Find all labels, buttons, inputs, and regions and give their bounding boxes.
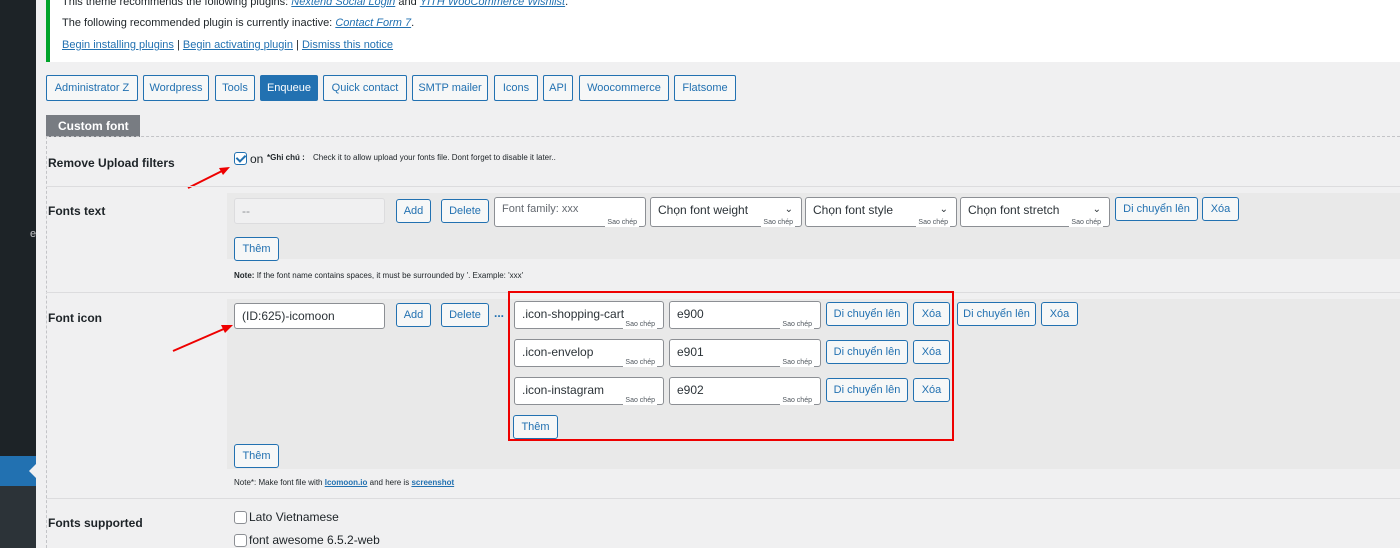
- font-option-label: font awesome 6.5.2-web: [249, 533, 380, 547]
- plugin-notice: This theme recommends the following plug…: [46, 0, 1400, 62]
- font-family-input[interactable]: Font family: xxx Sao chép: [494, 197, 646, 227]
- tab-smtp-mailer[interactable]: SMTP mailer: [412, 75, 488, 101]
- notice-link-yith[interactable]: YITH WooCommerce Wishlist: [420, 0, 565, 8]
- font-style-select[interactable]: Chọn font style ⌄ Sao chép: [805, 197, 957, 227]
- fonts-text-label: Fonts text: [48, 204, 106, 218]
- fonts-supported-label: Fonts supported: [48, 516, 143, 530]
- tab-api[interactable]: API: [543, 75, 573, 101]
- fonts-text-move-up-button[interactable]: Di chuyển lên: [1115, 197, 1198, 221]
- row-divider: [46, 186, 1400, 187]
- font-icon-remove-button[interactable]: Xóa: [1041, 302, 1078, 326]
- section-divider: [46, 136, 1400, 137]
- font-icon-add-button[interactable]: Add: [396, 303, 431, 327]
- section-guide: [46, 136, 47, 548]
- font-icon-note: Note*: Make font file with Icomoon.io an…: [234, 478, 455, 487]
- sidebar-submenu: [0, 486, 36, 548]
- admin-sidebar: e: [0, 0, 36, 548]
- copy-label[interactable]: Sao chép: [916, 218, 950, 227]
- notice-line-1: This theme recommends the following plug…: [62, 0, 568, 8]
- copy-label[interactable]: Sao chép: [761, 218, 795, 227]
- sidebar-active-item[interactable]: [0, 456, 36, 486]
- row-divider: [46, 498, 1400, 499]
- font-option-label: Lato Vietnamese: [249, 510, 339, 524]
- notice-link-nextend[interactable]: Nextend Social Login: [291, 0, 395, 8]
- fonts-text-add-button[interactable]: Add: [396, 199, 431, 223]
- notice-link-contact-form[interactable]: Contact Form 7: [335, 17, 411, 29]
- begin-installing-link[interactable]: Begin installing plugins: [62, 39, 174, 51]
- font-icon-label: Font icon: [48, 311, 102, 325]
- fonts-text-file-input[interactable]: --: [234, 198, 385, 224]
- font-option-checkbox[interactable]: [234, 511, 247, 524]
- tab-tools[interactable]: Tools: [215, 75, 255, 101]
- notice-actions: Begin installing plugins | Begin activat…: [62, 39, 394, 51]
- notice-line-2: The following recommended plugin is curr…: [62, 17, 415, 29]
- remove-upload-checkbox[interactable]: [234, 152, 247, 165]
- fonts-text-note: Note: If the font name contains spaces, …: [234, 271, 524, 280]
- section-title: Custom font: [46, 115, 140, 137]
- font-icon-move-up-button[interactable]: Di chuyển lên: [957, 302, 1036, 326]
- tab-icons[interactable]: Icons: [494, 75, 538, 101]
- copy-label[interactable]: Sao chép: [605, 218, 639, 227]
- copy-label[interactable]: Sao chép: [1069, 218, 1103, 227]
- annotation-arrow-icon: [172, 325, 233, 352]
- fonts-text-remove-button[interactable]: Xóa: [1202, 197, 1239, 221]
- font-weight-select[interactable]: Chọn font weight ⌄ Sao chép: [650, 197, 802, 227]
- dismiss-notice-link[interactable]: Dismiss this notice: [302, 39, 393, 51]
- tab-wordpress[interactable]: Wordpress: [143, 75, 209, 101]
- highlight-box: [508, 291, 954, 441]
- remove-upload-note: Check it to allow upload your fonts file…: [313, 153, 556, 162]
- remove-upload-on: on: [250, 152, 264, 166]
- tab-quick-contact[interactable]: Quick contact: [323, 75, 407, 101]
- font-stretch-select[interactable]: Chọn font stretch ⌄ Sao chép: [960, 197, 1110, 227]
- font-icon-file-input[interactable]: (ID:625)-icomoon: [234, 303, 385, 329]
- remove-upload-note-bold: *Ghi chú :: [267, 153, 305, 162]
- remove-upload-label: Remove Upload filters: [48, 156, 175, 170]
- fonts-text-more-button[interactable]: Thêm: [234, 237, 279, 261]
- font-icon-delete-button[interactable]: Delete: [441, 303, 489, 327]
- more-dots-icon[interactable]: ...: [494, 306, 504, 320]
- fonts-text-delete-button[interactable]: Delete: [441, 199, 489, 223]
- begin-activating-link[interactable]: Begin activating plugin: [183, 39, 293, 51]
- icomoon-link[interactable]: Icomoon.io: [325, 478, 368, 487]
- tab-flatsome[interactable]: Flatsome: [674, 75, 736, 101]
- font-option-checkbox[interactable]: [234, 534, 247, 547]
- font-icon-more-button[interactable]: Thêm: [234, 444, 279, 468]
- sidebar-menu-stub[interactable]: e: [30, 228, 36, 240]
- screenshot-link[interactable]: screenshot: [411, 478, 454, 487]
- tab-enqueue[interactable]: Enqueue: [260, 75, 318, 101]
- tab-administrator-z[interactable]: Administrator Z: [46, 75, 138, 101]
- tab-woocommerce[interactable]: Woocommerce: [579, 75, 669, 101]
